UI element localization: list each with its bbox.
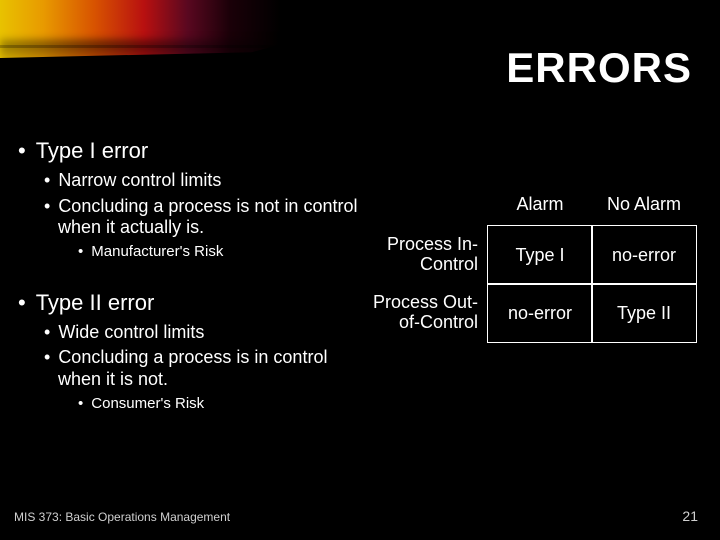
matrix-cell-r1c2: no-error (591, 225, 697, 285)
matrix-cell-r1c1: Type I (487, 225, 593, 285)
footer-course: MIS 373: Basic Operations Management (14, 510, 230, 524)
slide-title: ERRORS (506, 44, 692, 92)
matrix-cell-r2c2: Type II (591, 283, 697, 343)
type1-sub2: Concluding a process is not in control w… (44, 196, 358, 239)
footer-page-number: 21 (682, 508, 698, 524)
type2-heading: Type II error (18, 290, 358, 316)
matrix-row2-header: Process Out-of-Control (358, 284, 488, 342)
type1-sub3: Manufacturer's Risk (78, 243, 358, 260)
decorative-banner-shadow (0, 40, 360, 66)
type2-sub3: Consumer's Risk (78, 395, 358, 412)
bullet-content: Type I error Narrow control limits Concl… (18, 138, 358, 424)
error-matrix: Alarm No Alarm Process In-Control Type I… (358, 182, 696, 342)
matrix-col1-header: Alarm (488, 182, 592, 226)
type1-sub1: Narrow control limits (44, 170, 358, 192)
type2-sub2: Concluding a process is in control when … (44, 347, 358, 390)
matrix-col2-header: No Alarm (592, 182, 696, 226)
matrix-row1-header: Process In-Control (358, 226, 488, 284)
type2-sub1: Wide control limits (44, 322, 358, 344)
matrix-cell-r2c1: no-error (487, 283, 593, 343)
type1-heading: Type I error (18, 138, 358, 164)
